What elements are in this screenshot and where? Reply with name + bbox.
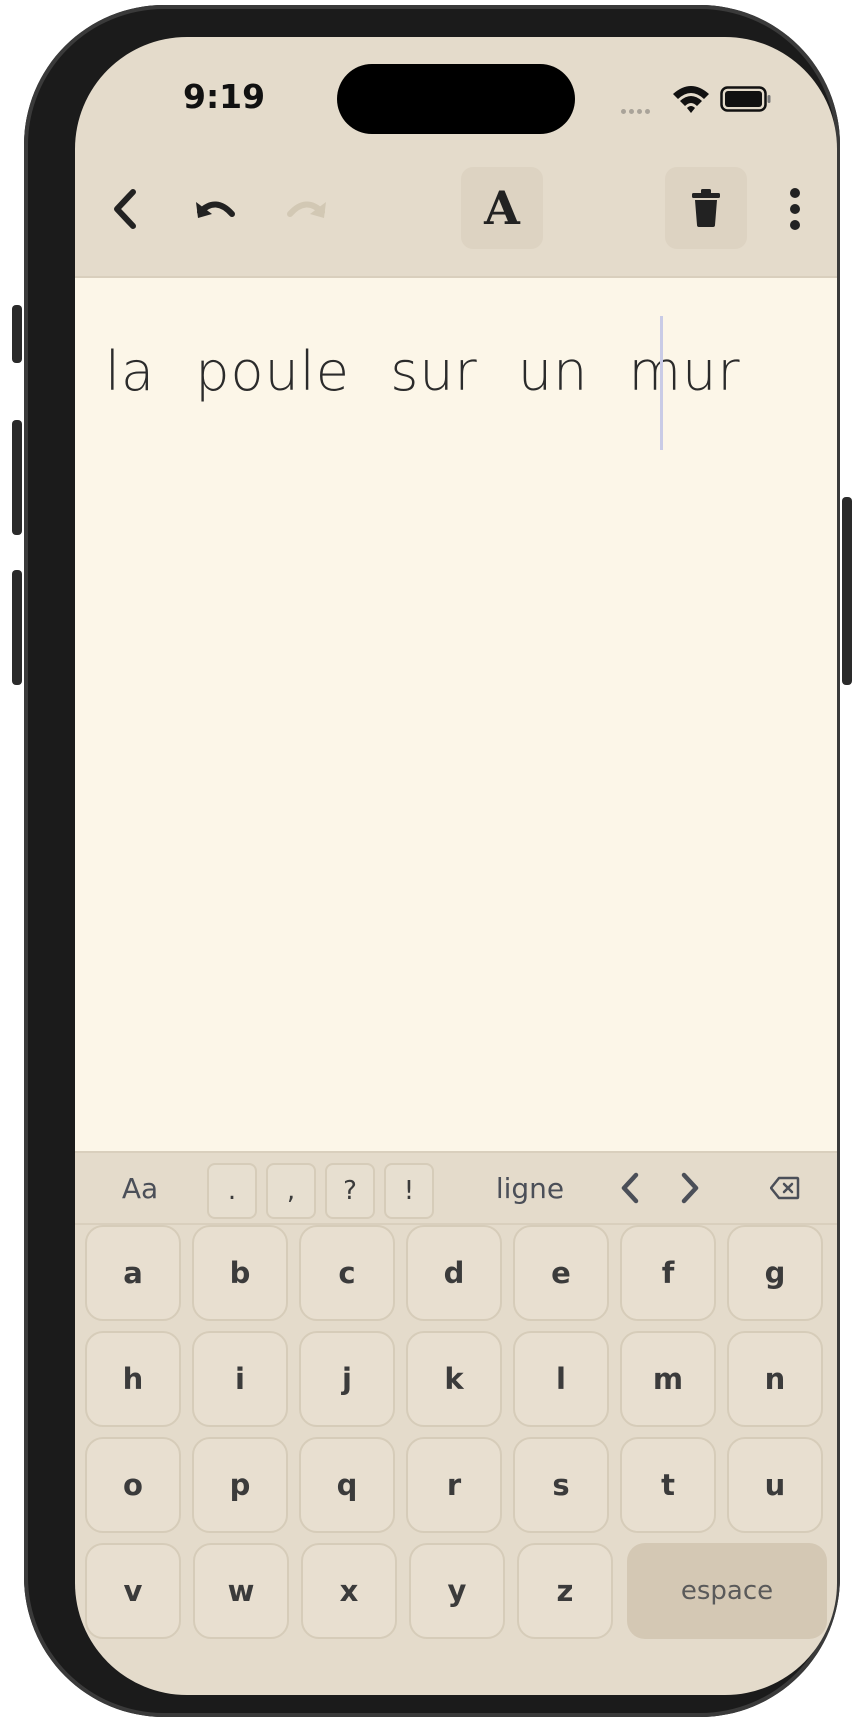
key-a[interactable]: a	[85, 1225, 181, 1321]
key-r[interactable]: r	[406, 1437, 502, 1533]
redo-icon	[287, 201, 326, 218]
key-i[interactable]: i	[192, 1331, 288, 1427]
key-s[interactable]: s	[513, 1437, 609, 1533]
chevron-left-icon	[621, 1172, 639, 1204]
backspace-button[interactable]	[755, 1153, 815, 1223]
backspace-icon	[770, 1176, 800, 1200]
undo-button[interactable]	[183, 177, 247, 241]
comma-key[interactable]: ,	[266, 1163, 316, 1219]
more-button[interactable]	[765, 177, 825, 241]
key-q[interactable]: q	[299, 1437, 395, 1533]
key-x[interactable]: x	[301, 1543, 397, 1639]
key-m[interactable]: m	[620, 1331, 716, 1427]
power-button	[842, 497, 852, 685]
key-d[interactable]: d	[406, 1225, 502, 1321]
back-button[interactable]	[93, 177, 157, 241]
key-h[interactable]: h	[85, 1331, 181, 1427]
delete-button[interactable]	[665, 167, 747, 249]
chevron-left-icon	[114, 189, 136, 229]
signal-dots-icon	[621, 99, 659, 114]
key-y[interactable]: y	[409, 1543, 505, 1639]
new-line-button[interactable]: ligne	[475, 1153, 585, 1223]
key-f[interactable]: f	[620, 1225, 716, 1321]
redo-button[interactable]	[275, 177, 339, 241]
more-vertical-icon	[790, 188, 800, 230]
editor-toolbar: A	[75, 147, 837, 278]
key-u[interactable]: u	[727, 1437, 823, 1533]
status-time: 9:19	[183, 77, 266, 116]
case-toggle-button[interactable]: Aa	[95, 1153, 185, 1223]
key-g[interactable]: g	[727, 1225, 823, 1321]
key-v[interactable]: v	[85, 1543, 181, 1639]
battery-icon	[720, 86, 771, 112]
wifi-icon	[673, 86, 709, 113]
key-e[interactable]: e	[513, 1225, 609, 1321]
key-k[interactable]: k	[406, 1331, 502, 1427]
text-caret	[660, 316, 663, 450]
undo-icon	[196, 201, 235, 218]
period-key[interactable]: .	[207, 1163, 257, 1219]
editor-text: la poule sur un mur	[105, 340, 741, 403]
key-p[interactable]: p	[192, 1437, 288, 1533]
cursor-right-button[interactable]	[665, 1153, 715, 1223]
key-c[interactable]: c	[299, 1225, 395, 1321]
key-l[interactable]: l	[513, 1331, 609, 1427]
exclamation-key[interactable]: !	[384, 1163, 434, 1219]
volume-up-button	[12, 420, 22, 535]
silent-switch	[12, 305, 22, 363]
phone-frame: 9:19 A la poule sur un mur Aa . , ? ! li…	[24, 5, 840, 1717]
chevron-right-icon	[681, 1172, 699, 1204]
volume-down-button	[12, 570, 22, 685]
text-editor[interactable]: la poule sur un mur	[75, 278, 837, 1151]
question-key[interactable]: ?	[325, 1163, 375, 1219]
dynamic-island	[337, 64, 575, 134]
space-key[interactable]: espace	[627, 1543, 827, 1639]
screen: 9:19 A la poule sur un mur Aa . , ? ! li…	[75, 37, 837, 1695]
key-j[interactable]: j	[299, 1331, 395, 1427]
keyboard-accessory-bar: Aa . , ? ! ligne	[75, 1151, 837, 1225]
font-button[interactable]: A	[461, 167, 543, 249]
key-b[interactable]: b	[192, 1225, 288, 1321]
key-z[interactable]: z	[517, 1543, 613, 1639]
trash-icon	[692, 189, 720, 227]
key-t[interactable]: t	[620, 1437, 716, 1533]
cursor-left-button[interactable]	[605, 1153, 655, 1223]
status-bar: 9:19	[75, 37, 837, 147]
key-n[interactable]: n	[727, 1331, 823, 1427]
key-w[interactable]: w	[193, 1543, 289, 1639]
font-icon: A	[484, 181, 520, 235]
key-o[interactable]: o	[85, 1437, 181, 1533]
